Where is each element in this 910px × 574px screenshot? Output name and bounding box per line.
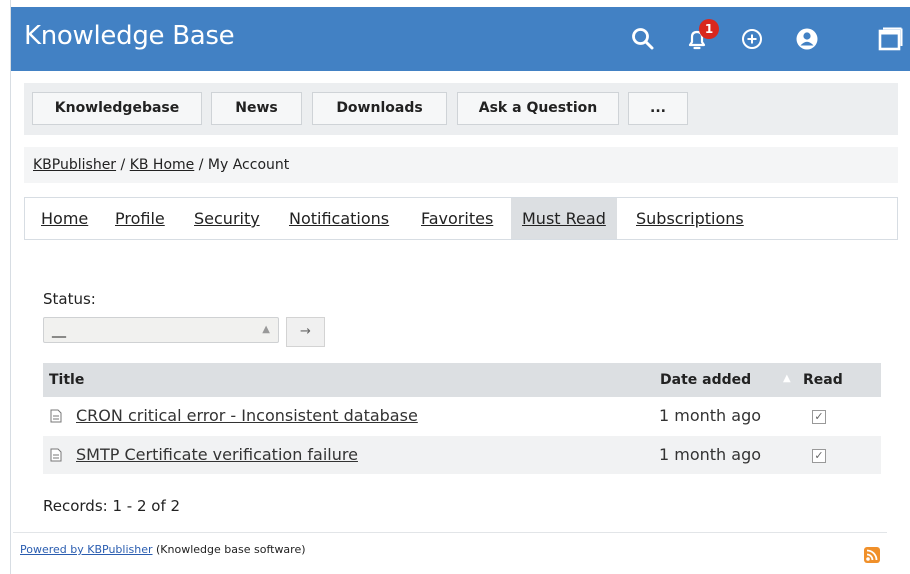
breadcrumb-separator: / bbox=[120, 157, 126, 173]
app-title[interactable]: Knowledge Base bbox=[24, 21, 235, 51]
article-title-link[interactable]: SMTP Certificate verification failure bbox=[76, 436, 358, 474]
date-added: 1 month ago bbox=[659, 445, 762, 464]
column-date-added[interactable]: Date added bbox=[660, 363, 751, 397]
footer: Powered by KBPublisher (Knowledge base s… bbox=[20, 543, 306, 556]
breadcrumb-kb-home[interactable]: KB Home bbox=[130, 157, 195, 173]
window-icon[interactable] bbox=[875, 25, 903, 53]
sort-arrow-icon[interactable]: ▲ bbox=[783, 373, 791, 384]
footer-divider bbox=[13, 532, 887, 533]
breadcrumb: KBPublisher / KB Home / My Account bbox=[24, 147, 898, 183]
nav-downloads-button[interactable]: Downloads bbox=[312, 92, 447, 125]
filter-go-button[interactable]: → bbox=[286, 317, 325, 347]
status-select-value: __ bbox=[52, 322, 66, 338]
column-read[interactable]: Read bbox=[803, 363, 843, 397]
breadcrumb-separator: / bbox=[198, 157, 204, 173]
table-row: CRON critical error - Inconsistent datab… bbox=[43, 397, 881, 435]
article-title-link[interactable]: CRON critical error - Inconsistent datab… bbox=[76, 397, 418, 435]
document-icon bbox=[50, 409, 62, 423]
tab-security[interactable]: Security bbox=[194, 198, 260, 239]
records-count: Records: 1 - 2 of 2 bbox=[43, 497, 181, 515]
notification-badge: 1 bbox=[699, 19, 719, 39]
user-icon[interactable] bbox=[793, 25, 821, 53]
app-header: Knowledge Base 1 bbox=[11, 7, 910, 71]
account-tabs: Home Profile Security Notifications Favo… bbox=[24, 197, 898, 240]
read-checkbox[interactable]: ✓ bbox=[812, 449, 826, 463]
table-row: SMTP Certificate verification failure 1 … bbox=[43, 436, 881, 474]
column-title[interactable]: Title bbox=[49, 363, 84, 397]
tab-must-read[interactable]: Must Read bbox=[511, 198, 617, 239]
breadcrumb-current: My Account bbox=[207, 157, 290, 173]
date-added: 1 month ago bbox=[659, 406, 762, 425]
status-label: Status: bbox=[43, 290, 96, 308]
nav-more-button[interactable]: ... bbox=[628, 92, 688, 125]
tab-favorites[interactable]: Favorites bbox=[421, 198, 493, 239]
nav-news-button[interactable]: News bbox=[211, 92, 302, 125]
search-icon[interactable] bbox=[629, 25, 657, 53]
tab-subscriptions[interactable]: Subscriptions bbox=[636, 198, 744, 239]
nav-ask-question-button[interactable]: Ask a Question bbox=[457, 92, 619, 125]
document-icon bbox=[50, 448, 62, 462]
tab-notifications[interactable]: Notifications bbox=[289, 198, 389, 239]
breadcrumb-kbpublisher[interactable]: KBPublisher bbox=[33, 157, 116, 173]
powered-by-link[interactable]: Powered by KBPublisher bbox=[20, 543, 153, 556]
nav-knowledgebase-button[interactable]: Knowledgebase bbox=[32, 92, 202, 125]
select-arrows-icon: ▲ bbox=[262, 324, 270, 335]
page-frame: Knowledge Base 1 Knowledgebase News Down… bbox=[10, 0, 910, 574]
top-navigation: Knowledgebase News Downloads Ask a Quest… bbox=[24, 83, 898, 135]
add-circle-icon[interactable] bbox=[738, 25, 766, 53]
table-header: Title Date added ▲ Read bbox=[43, 363, 881, 397]
rss-icon[interactable] bbox=[864, 547, 880, 563]
footer-text: (Knowledge base software) bbox=[152, 543, 306, 556]
status-select[interactable]: __ ▲ bbox=[43, 317, 279, 343]
read-checkbox[interactable]: ✓ bbox=[812, 410, 826, 424]
tab-profile[interactable]: Profile bbox=[115, 198, 165, 239]
tab-home[interactable]: Home bbox=[41, 198, 88, 239]
